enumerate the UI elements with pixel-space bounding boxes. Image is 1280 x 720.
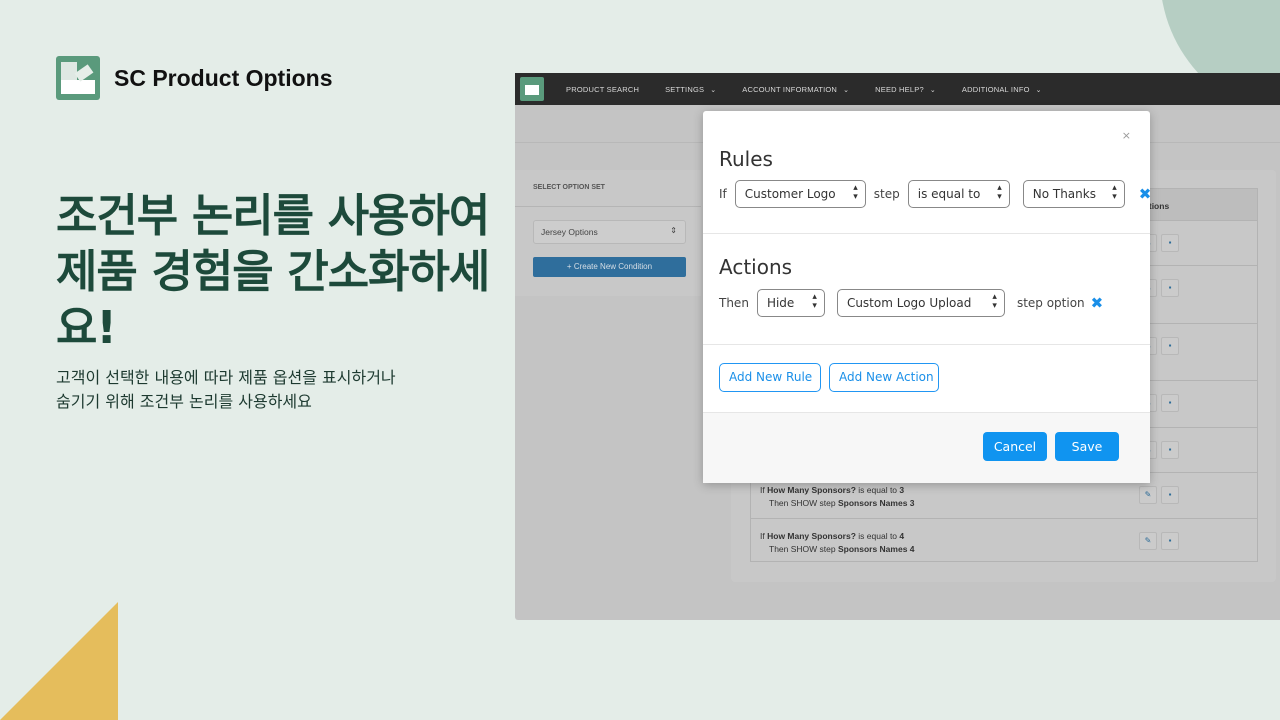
rules-title: Rules: [719, 147, 773, 171]
table-row: If How Many Sponsors? is equal to 4 Then…: [751, 519, 1257, 563]
sort-arrows-icon: ⇕: [670, 226, 677, 235]
trash-icon[interactable]: ▪: [1161, 532, 1179, 550]
nav-additional-info[interactable]: ADDITIONAL INFO ⌄: [962, 85, 1042, 94]
action-row: Then Hide Custom Logo Upload step option…: [719, 289, 1103, 317]
add-new-action-button[interactable]: Add New Action: [829, 363, 939, 392]
chevron-down-icon: ⌄: [710, 86, 717, 94]
actions-title: Actions: [719, 255, 793, 279]
action-verb-select[interactable]: Hide: [756, 289, 825, 317]
logo-icon: [56, 56, 100, 100]
option-set-panel: SELECT OPTION SET Jersey Options ⇕ + Crea…: [515, 170, 701, 296]
create-condition-button[interactable]: + Create New Condition: [533, 257, 686, 277]
save-button[interactable]: Save: [1055, 432, 1119, 461]
trash-icon[interactable]: ▪: [1161, 234, 1179, 252]
edit-icon[interactable]: ✎: [1139, 486, 1157, 504]
trash-icon[interactable]: ▪: [1161, 337, 1179, 355]
nav-product-search[interactable]: PRODUCT SEARCH: [566, 85, 639, 94]
action-target-select[interactable]: Custom Logo Upload: [836, 289, 1005, 317]
rule-field-select[interactable]: Customer Logo: [734, 180, 866, 208]
add-new-rule-button[interactable]: Add New Rule: [719, 363, 821, 392]
top-nav: PRODUCT SEARCH SETTINGS ⌄ ACCOUNT INFORMA…: [515, 73, 1280, 105]
option-set-select[interactable]: Jersey Options ⇕: [533, 220, 686, 244]
trash-icon[interactable]: ▪: [1161, 394, 1179, 412]
app-logo-icon: [520, 77, 544, 101]
divider: [515, 206, 701, 207]
edit-icon[interactable]: ✎: [1139, 532, 1157, 550]
trash-icon[interactable]: ▪: [1161, 441, 1179, 459]
chevron-down-icon: ⌄: [929, 86, 936, 94]
chevron-down-icon: ⌄: [1035, 86, 1042, 94]
brand-name: SC Product Options: [114, 64, 333, 91]
remove-rule-icon[interactable]: ✖: [1139, 185, 1152, 203]
brand: SC Product Options: [56, 56, 333, 100]
condition-modal: × Rules If Customer Logo step is equal t…: [703, 111, 1151, 483]
cancel-button[interactable]: Cancel: [983, 432, 1047, 461]
close-icon[interactable]: ×: [1122, 129, 1131, 142]
nav-need-help[interactable]: NEED HELP? ⌄: [875, 85, 936, 94]
remove-action-icon[interactable]: ✖: [1091, 294, 1104, 312]
trash-icon[interactable]: ▪: [1161, 279, 1179, 297]
rule-row: If Customer Logo step is equal to No Tha…: [719, 180, 1151, 208]
trash-icon[interactable]: ▪: [1161, 486, 1179, 504]
divider: [703, 233, 1150, 234]
select-option-set-label: SELECT OPTION SET: [533, 184, 605, 191]
rule-operator-select[interactable]: is equal to: [907, 180, 1010, 208]
decorative-triangle: [0, 602, 118, 720]
divider: [703, 344, 1150, 345]
chevron-down-icon: ⌄: [843, 86, 850, 94]
rule-value-select[interactable]: No Thanks: [1022, 180, 1125, 208]
nav-account-information[interactable]: ACCOUNT INFORMATION ⌄: [742, 85, 849, 94]
subtext: 고객이 선택한 내용에 따라 제품 옵션을 표시하거나 숨기기 위해 조건부 논…: [56, 368, 396, 411]
headline: 조건부 논리를 사용하여 제품 경험을 간소화하세요!: [56, 189, 490, 354]
modal-footer: Cancel Save: [703, 412, 1150, 483]
nav-settings[interactable]: SETTINGS ⌄: [665, 85, 716, 94]
